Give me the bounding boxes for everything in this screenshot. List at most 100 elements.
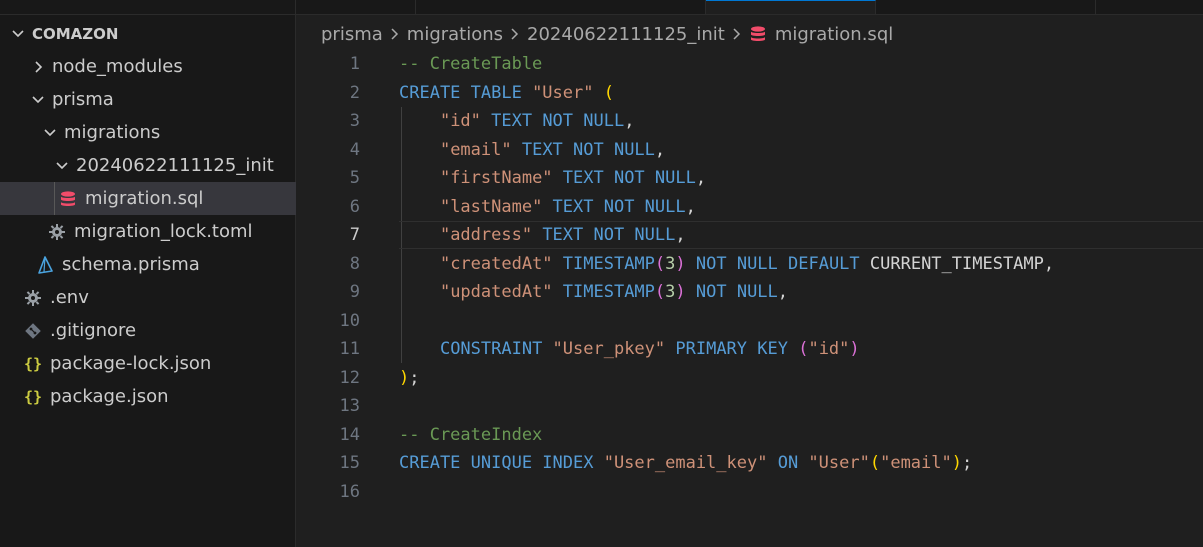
code-line[interactable]: 2 CREATE TABLE "User" ( [296,79,1203,108]
code-token: CREATE TABLE [399,82,533,103]
code-token: CONSTRAINT [439,339,553,360]
line-code: CONSTRAINT "User_pkey" PRIMARY KEY ("id"… [399,339,860,359]
explorer-root-folder[interactable]: COMAZON [0,17,296,50]
code-token: "email" [880,453,952,474]
line-number: 11 [339,339,360,360]
code-line[interactable]: 9 "updatedAt" TIMESTAMP(3) NOT NULL, [296,278,1203,307]
code-token: TIMESTAMP [552,282,655,303]
code-token: "address" [439,225,533,246]
line-code: "firstName" TEXT NOT NULL, [399,168,706,188]
chevron-right-icon [731,27,743,41]
line-number: 7 [349,225,360,246]
line-number: 8 [349,253,360,274]
code-token: TEXT NOT NULL [532,225,676,246]
line-number: 5 [349,168,360,189]
code-token: TEXT NOT NULL [511,139,655,160]
line-number: 3 [349,111,360,132]
code-token: ; [409,367,420,388]
chevron-right-icon [509,27,521,41]
code-token: "id" [808,339,850,360]
code-token: , [675,225,686,246]
tree-item-init-folder[interactable]: 20240622111125_init [0,149,296,182]
tree-item-prisma[interactable]: prisma [0,83,296,116]
code-line[interactable]: 10 [296,307,1203,336]
code-token: CREATE UNIQUE INDEX [399,453,604,474]
tree-indent-guide [54,182,55,215]
tree-item-label: schema.prisma [62,254,200,275]
code-line[interactable]: 16 [296,478,1203,507]
prisma-icon [34,254,56,276]
code-token: 3 [665,253,676,274]
code-token: , [695,168,707,189]
code-line[interactable]: 3 "id" TEXT NOT NULL, [296,107,1203,136]
breadcrumb-item[interactable]: migration.sql [775,24,893,45]
breadcrumb-item[interactable]: 20240622111125_init [527,24,725,45]
line-code: -- CreateTable [399,54,542,74]
code-token: ( [654,253,666,274]
code-line[interactable]: 12); [296,364,1203,393]
code-token: ON [767,453,809,474]
line-code: CREATE TABLE "User" ( [399,83,614,103]
code-line[interactable]: 6 "lastName" TEXT NOT NULL, [296,193,1203,222]
vscode-window: COMAZON node_modules prisma migrations 2 [0,0,1203,547]
tree-item-env[interactable]: .env [0,281,296,314]
code-token: ) [675,282,686,303]
editor-tab-active[interactable] [706,0,876,14]
code-token: ( [603,82,614,103]
line-number: 12 [339,367,360,388]
breadcrumb: prisma migrations 20240622111125_init mi… [321,20,893,48]
breadcrumb-item[interactable]: prisma [321,24,383,45]
editor-tab[interactable] [416,0,706,14]
code-line[interactable]: 5 "firstName" TEXT NOT NULL, [296,164,1203,193]
code-line[interactable]: 1 -- CreateTable [296,50,1203,79]
code-token: ( [869,453,881,474]
tree-item-node-modules[interactable]: node_modules [0,50,296,83]
git-icon [22,320,44,342]
editor-tab[interactable] [876,0,1096,14]
chevron-right-icon [389,27,401,41]
code-line[interactable]: 13 [296,392,1203,421]
editor-tab[interactable] [296,0,416,14]
tree-item-label: migrations [64,122,161,143]
code-line[interactable]: 4 "email" TEXT NOT NULL, [296,136,1203,165]
code-token: "User" [808,453,870,474]
line-code: "createdAt" TIMESTAMP(3) NOT NULL DEFAUL… [399,254,1054,274]
code-token: PRIMARY KEY [665,339,799,360]
code-token: ( [654,282,666,303]
code-line[interactable]: 14 -- CreateIndex [296,421,1203,450]
code-token: -- CreateTable [399,54,543,75]
editor-tab-strip [296,0,1203,15]
explorer-sidebar: COMAZON node_modules prisma migrations 2 [0,0,296,547]
code-editor[interactable]: 1 -- CreateTable 2 CREATE TABLE "User" (3 "… [296,50,1203,547]
tree-item-label: package.json [50,386,169,407]
tree-item-schema-prisma[interactable]: schema.prisma [0,248,296,281]
line-code: ); [399,368,420,388]
breadcrumb-item[interactable]: migrations [407,24,503,45]
tree-item-label: migration_lock.toml [74,221,253,242]
code-line[interactable]: 7 "address" TEXT NOT NULL, [296,221,1203,250]
tree-item-label: node_modules [52,56,183,77]
code-token: -- CreateIndex [399,424,543,445]
code-token: ( [798,339,809,360]
code-token: "email" [439,139,512,160]
code-token: TEXT NOT NULL [542,196,686,217]
database-icon [57,188,79,210]
code-line[interactable]: 15 CREATE UNIQUE INDEX "User_email_key" O… [296,449,1203,478]
tree-item-migrations[interactable]: migrations [0,116,296,149]
tree-item-migration-sql[interactable]: migration.sql [0,182,296,215]
line-number: 15 [339,453,360,474]
tree-item-gitignore[interactable]: .gitignore [0,314,296,347]
code-token: ) [675,253,686,274]
tree-item-package-lock-json[interactable]: {} package-lock.json [0,347,296,380]
code-token: , [777,282,789,303]
tree-item-label: prisma [52,89,114,110]
chevron-down-icon [52,156,72,176]
tree-item-package-json[interactable]: {} package.json [0,380,296,413]
code-token: "User_pkey" [552,339,666,360]
chevron-down-icon [28,90,48,110]
code-line[interactable]: 11 CONSTRAINT "User_pkey" PRIMARY KEY ("… [296,335,1203,364]
code-line[interactable]: 8 "createdAt" TIMESTAMP(3) NOT NULL DEFA… [296,250,1203,279]
tree-item-migration-lock[interactable]: migration_lock.toml [0,215,296,248]
